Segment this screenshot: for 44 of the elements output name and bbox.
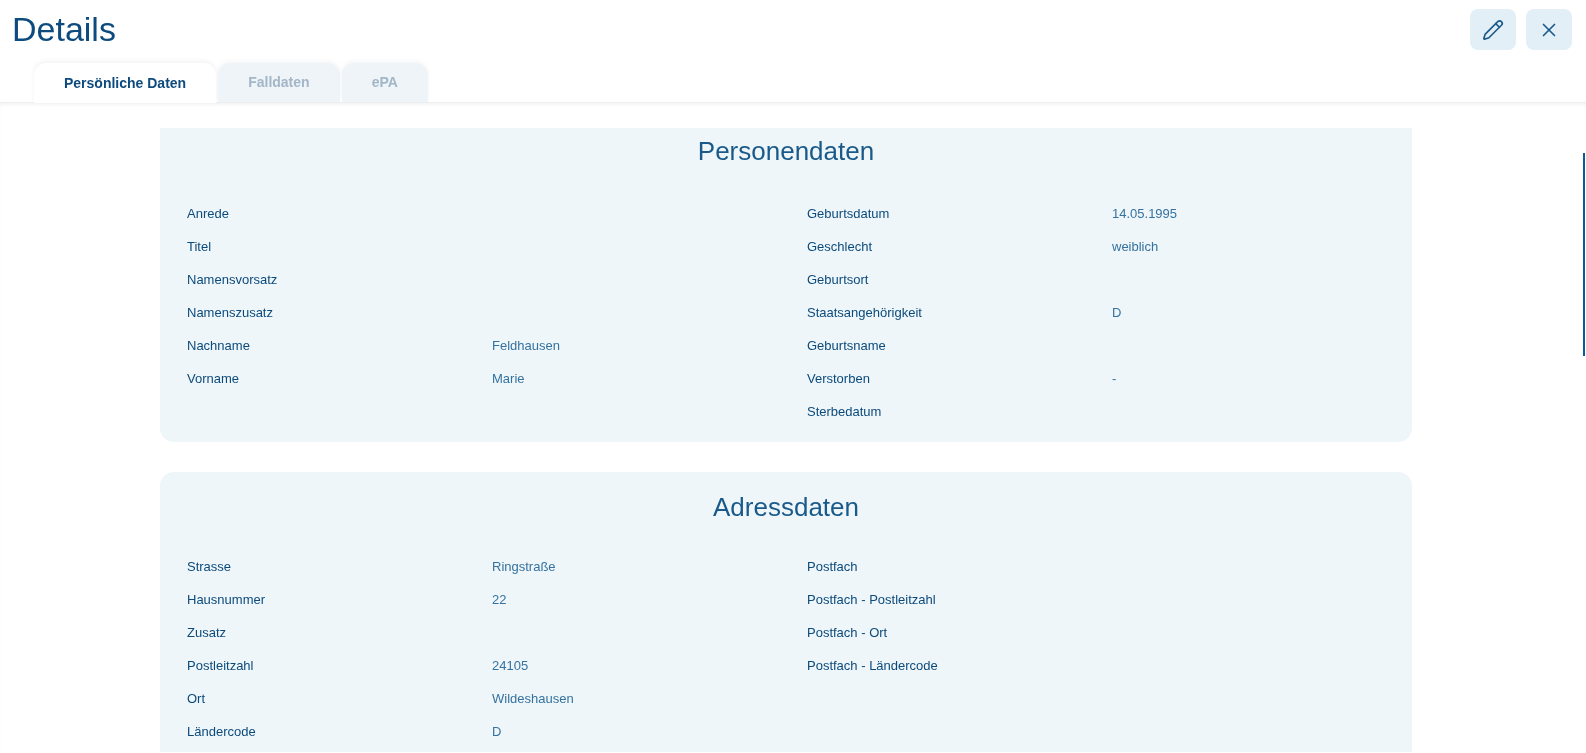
tab[interactable]: Falldaten xyxy=(218,63,340,102)
pencil-icon xyxy=(1482,18,1504,41)
section-title: Adressdaten xyxy=(713,491,859,524)
field-label: Anrede xyxy=(187,204,229,223)
section-title: Personendaten xyxy=(697,135,875,168)
field-value: D xyxy=(1112,303,1122,322)
field-label: Nachname xyxy=(187,336,250,355)
field-label: Namenszusatz xyxy=(187,303,273,322)
page-title: Details xyxy=(12,9,116,49)
field-value: 22 xyxy=(492,590,507,609)
edit-button[interactable] xyxy=(1470,9,1516,50)
field-label: Geschlecht xyxy=(807,237,873,256)
tab[interactable]: Persönliche Daten xyxy=(34,63,217,103)
field-label: Ort xyxy=(187,689,206,708)
field-label: Postleitzahl xyxy=(187,656,254,675)
field-label: Ländercode xyxy=(187,722,256,741)
field-label: Geburtsort xyxy=(807,270,869,289)
close-button[interactable] xyxy=(1526,9,1572,50)
field-value: 14.05.1995 xyxy=(1112,204,1178,223)
field-label: Verstorben xyxy=(807,369,870,388)
tab[interactable]: ePA xyxy=(341,63,428,102)
field-label: Geburtsname xyxy=(807,336,886,355)
field-value: weiblich xyxy=(1112,237,1159,256)
field-label: Sterbedatum xyxy=(807,402,882,421)
field-label: Postfach - Ort xyxy=(807,623,888,642)
field-value: Ringstraße xyxy=(492,557,556,576)
field-label: Staatsangehörigkeit xyxy=(807,303,922,322)
field-label: Titel xyxy=(187,237,212,256)
field-value: - xyxy=(1112,369,1117,388)
scrollbar-thumb[interactable] xyxy=(1583,153,1585,356)
field-value: Marie xyxy=(492,369,525,388)
field-value: Feldhausen xyxy=(492,336,560,355)
field-value: D xyxy=(492,722,502,741)
field-label: Postfach - Postleitzahl xyxy=(807,590,936,609)
field-label: Zusatz xyxy=(187,623,226,642)
field-label: Geburtsdatum xyxy=(807,204,890,223)
field-label: Postfach xyxy=(807,557,858,576)
field-label: Namensvorsatz xyxy=(187,270,278,289)
field-value: Wildeshausen xyxy=(492,689,574,708)
field-value: 24105 xyxy=(492,656,529,675)
field-label: Vorname xyxy=(187,369,240,388)
field-label: Strasse xyxy=(187,557,232,576)
field-label: Postfach - Ländercode xyxy=(807,656,938,675)
field-label: Hausnummer xyxy=(187,590,266,609)
